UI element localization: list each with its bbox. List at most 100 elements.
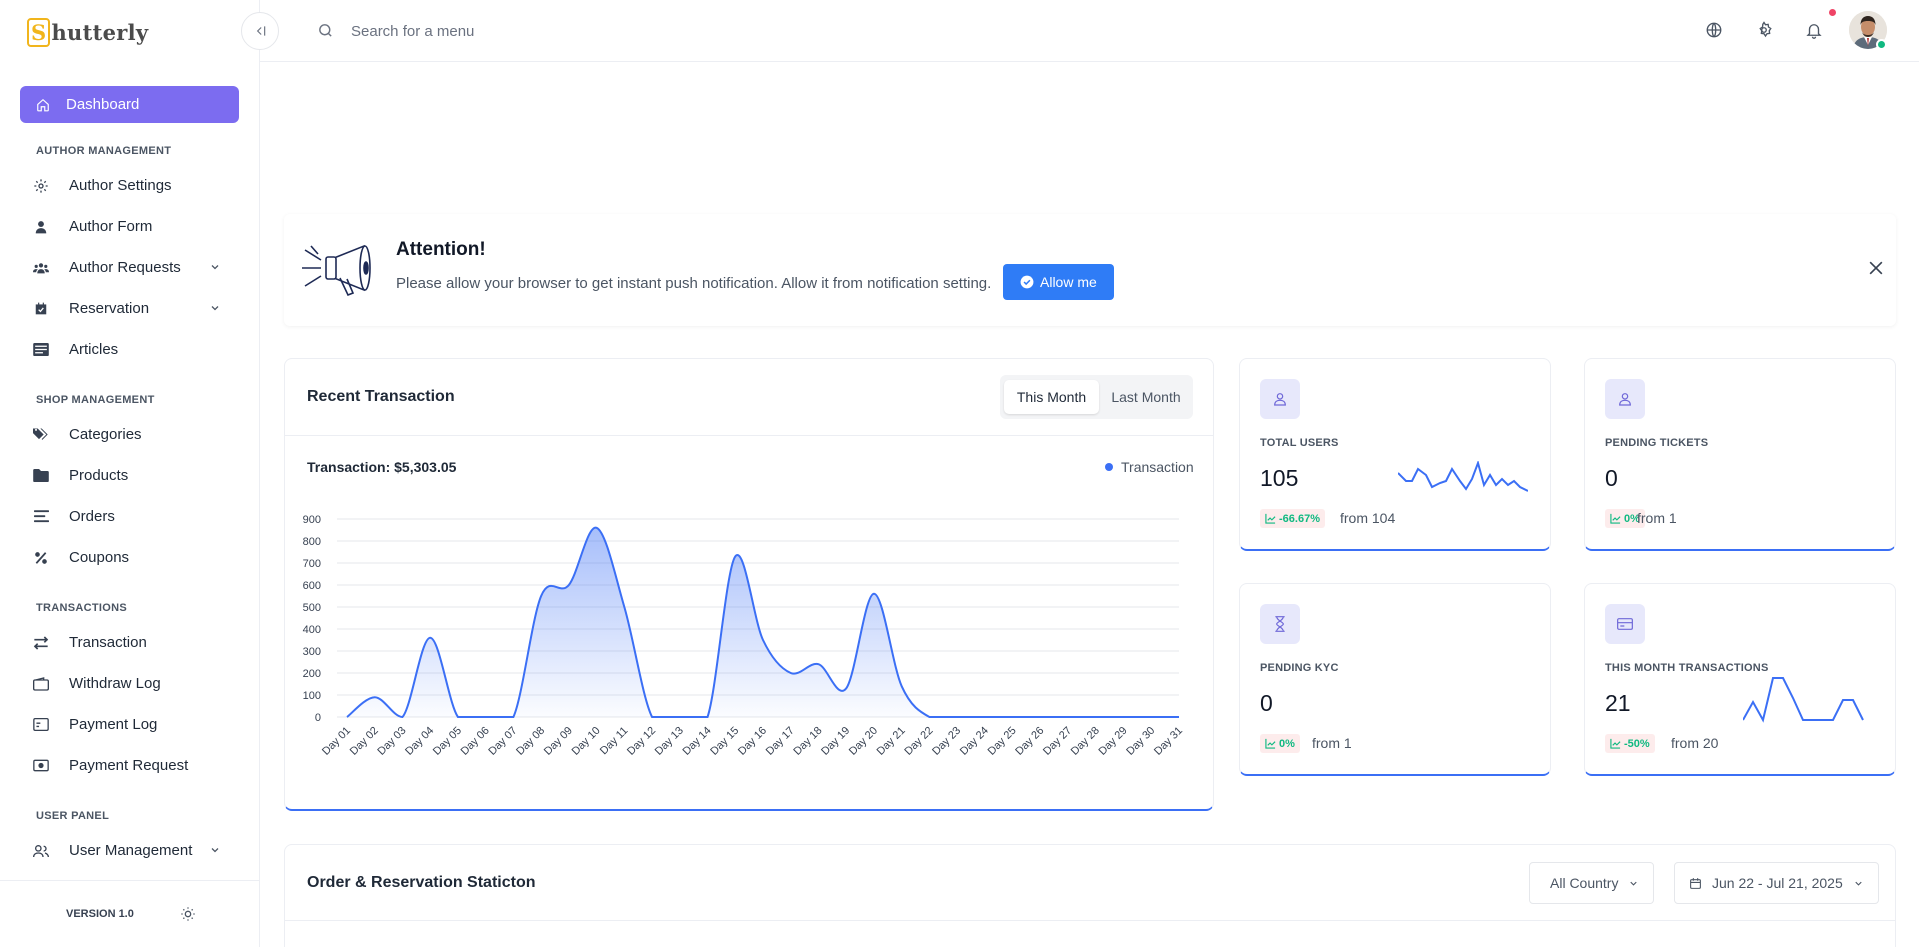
stat-value: 0 [1260, 690, 1273, 716]
x-tick-label: Day 08 [514, 725, 547, 758]
allow-notifications-button[interactable]: Allow me [1003, 264, 1114, 300]
y-tick-label: 500 [303, 602, 321, 614]
articles-icon [33, 342, 49, 358]
bell-icon[interactable] [1805, 21, 1823, 39]
sun-icon[interactable] [180, 906, 196, 922]
chevron-down-icon [211, 848, 219, 853]
chevron-down-icon [1630, 881, 1638, 886]
transaction-chart: 0 100 200 300 400 500 600 700 800 900 Day 01Day 02… [303, 514, 1185, 758]
sidebar-item-coupons[interactable]: Coupons [20, 537, 239, 578]
users-sparkline [1398, 461, 1528, 492]
search-icon [319, 24, 332, 37]
x-tick-label: Day 27 [1041, 725, 1074, 758]
stat-from: from 104 [1340, 510, 1396, 526]
y-tick-label: 600 [303, 580, 321, 592]
sidebar-item-label: Payment Request [69, 757, 189, 774]
sidebar-item-author-settings[interactable]: Author Settings [20, 165, 239, 206]
brand-logo[interactable]: Shutterly [27, 14, 148, 50]
date-range-value: Jun 22 - Jul 21, 2025 [1712, 875, 1843, 891]
x-tick-label: Day 16 [736, 725, 769, 758]
user-icon [1260, 379, 1300, 419]
attention-text: Please allow your browser to get instant… [396, 275, 992, 292]
calendar-check-icon [33, 301, 49, 317]
chart-legend[interactable]: Transaction [1105, 459, 1194, 475]
users-icon [33, 260, 49, 276]
x-tick-label: Day 11 [598, 725, 631, 758]
sidebar-item-articles[interactable]: Articles [20, 329, 239, 370]
x-tick-label: Day 01 [320, 725, 353, 758]
version-label: VERSION 1.0 [66, 908, 134, 920]
date-range-picker[interactable]: Jun 22 - Jul 21, 2025 [1674, 862, 1879, 904]
y-tick-label: 0 [315, 712, 321, 724]
stat-from: from 1 [1312, 735, 1352, 751]
legend-marker [1105, 463, 1113, 471]
x-tick-label: Day 12 [625, 725, 658, 758]
x-tick-label: Day 17 [764, 725, 797, 758]
home-icon [37, 98, 49, 111]
exchange-icon [33, 635, 49, 651]
stat-card-total-users: TOTAL USERS 105 -66.67% from 104 [1239, 358, 1551, 551]
sidebar-item-payment-request[interactable]: Payment Request [20, 745, 239, 786]
user-group-icon [33, 843, 49, 859]
user-icon [33, 219, 49, 235]
sidebar-item-label: Author Requests [69, 259, 181, 276]
section-author-management: AUTHOR MANAGEMENT [36, 145, 172, 157]
sidebar-item-payment-log[interactable]: Payment Log [20, 704, 239, 745]
y-tick-label: 200 [303, 668, 321, 680]
y-tick-label: 100 [303, 690, 321, 702]
tags-icon [33, 427, 49, 443]
stat-badge-value: -66.67% [1279, 512, 1320, 525]
x-tick-label: Day 15 [708, 725, 741, 758]
gear-icon[interactable] [1755, 21, 1773, 39]
sidebar-item-products[interactable]: Products [20, 455, 239, 496]
close-icon[interactable] [1866, 258, 1886, 278]
x-tick-label: Day 03 [375, 725, 408, 758]
user-icon [1605, 379, 1645, 419]
x-tick-label: Day 29 [1097, 725, 1130, 758]
sidebar-item-user-management[interactable]: User Management [20, 830, 239, 871]
sidebar-item-transaction[interactable]: Transaction [20, 622, 239, 663]
x-tick-label: Day 24 [958, 725, 991, 758]
check-circle-icon [1020, 275, 1034, 289]
card-title: Order & Reservation Staticton [307, 874, 536, 891]
sidebar-item-author-requests[interactable]: Author Requests [20, 247, 239, 288]
x-tick-label: Day 10 [570, 725, 603, 758]
sidebar-item-label: Withdraw Log [69, 675, 161, 692]
sidebar-item-orders[interactable]: Orders [20, 496, 239, 537]
stat-card-pending-tickets: PENDING TICKETS 0 0% from 1 [1584, 358, 1896, 551]
sidebar-item-label: Reservation [69, 300, 150, 317]
x-tick-label: Day 02 [348, 725, 381, 758]
sidebar-item-withdraw-log[interactable]: Withdraw Log [20, 663, 239, 704]
sidebar-item-label: Author Settings [69, 177, 172, 194]
stat-badge: -50% [1605, 734, 1655, 753]
collapse-sidebar-button[interactable] [241, 12, 279, 50]
stat-badge-value: -50% [1624, 737, 1650, 750]
trend-icon [1265, 738, 1276, 749]
globe-icon[interactable] [1705, 21, 1723, 39]
card-title: Recent Transaction [307, 388, 455, 405]
tab-last-month[interactable]: Last Month [1103, 380, 1189, 414]
hourglass-icon [1260, 604, 1300, 644]
calendar-icon [1690, 877, 1701, 889]
y-tick-label: 300 [303, 646, 321, 658]
sidebar-item-reservation[interactable]: Reservation [20, 288, 239, 329]
sidebar-item-categories[interactable]: Categories [20, 414, 239, 455]
x-tick-label: Day 20 [847, 725, 880, 758]
payment-log-icon [33, 717, 49, 733]
country-select[interactable]: All Country [1529, 862, 1655, 904]
sidebar-item-author-form[interactable]: Author Form [20, 206, 239, 247]
x-tick-label: Day 13 [653, 725, 686, 758]
x-tick-label: Day 25 [986, 725, 1019, 758]
search-input[interactable] [351, 14, 751, 48]
sidebar-item-dashboard[interactable]: Dashboard [20, 86, 239, 123]
megaphone-icon [302, 244, 371, 297]
stat-card-month-transactions: THIS MONTH TRANSACTIONS 21 -50% from 20 [1584, 583, 1896, 776]
sidebar-item-label: Payment Log [69, 716, 158, 733]
wallet-icon [33, 676, 49, 692]
x-tick-label: Day 19 [819, 725, 852, 758]
x-tick-label: Day 18 [791, 725, 824, 758]
trend-icon [1610, 513, 1621, 524]
sidebar-item-label: Transaction [69, 634, 147, 651]
recent-transaction-card: Recent Transaction This Month Last Month… [284, 358, 1214, 811]
tab-this-month[interactable]: This Month [1004, 380, 1099, 414]
